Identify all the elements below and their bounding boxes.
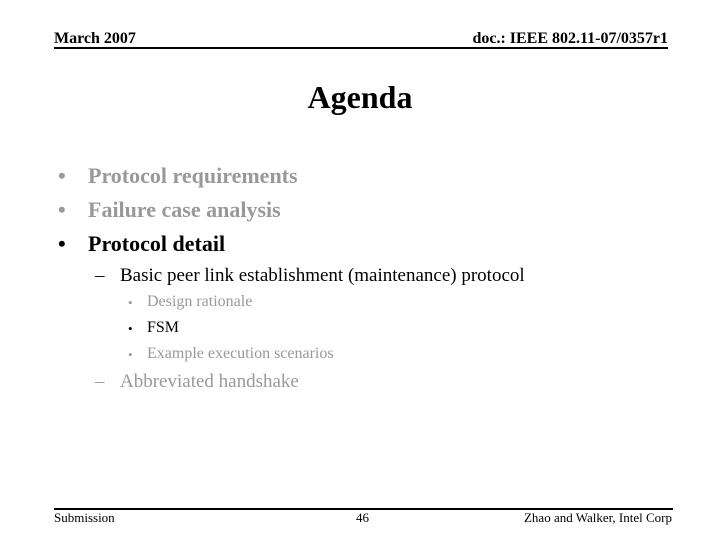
page-number: 46	[356, 510, 369, 525]
subbullet-text: Basic peer link establishment (maintenan…	[120, 265, 525, 286]
slide: March 2007 doc.: IEEE 802.11-07/0357r1 A…	[0, 0, 720, 540]
footer-authors: Zhao and Walker, Intel Corp	[523, 510, 672, 525]
bullet-marker: •	[58, 163, 66, 188]
slide-title: Agenda	[307, 79, 413, 115]
subbullet-text: Abbreviated handshake	[120, 371, 299, 392]
footer-submission: Submission	[54, 510, 115, 525]
bullet-text: Protocol requirements	[88, 163, 298, 188]
bullet-text: Protocol detail	[88, 231, 226, 256]
dash-marker: –	[95, 371, 105, 392]
bullet-marker: •	[58, 231, 66, 256]
subsubbullet-text: Design rationale	[147, 293, 253, 310]
bullet-marker: •	[128, 295, 133, 310]
header-divider	[54, 47, 668, 49]
subsubbullet-text: FSM	[147, 319, 180, 336]
dash-marker: –	[95, 265, 105, 286]
bullet-marker: •	[128, 321, 133, 336]
header-doc-id: doc.: IEEE 802.11-07/0357r1	[472, 30, 668, 47]
bullet-marker: •	[58, 197, 66, 222]
header-date: March 2007	[54, 30, 136, 47]
subsubbullet-text: Example execution scenarios	[147, 345, 334, 362]
bullet-text: Failure case analysis	[88, 197, 281, 222]
bullet-marker: •	[128, 347, 133, 362]
